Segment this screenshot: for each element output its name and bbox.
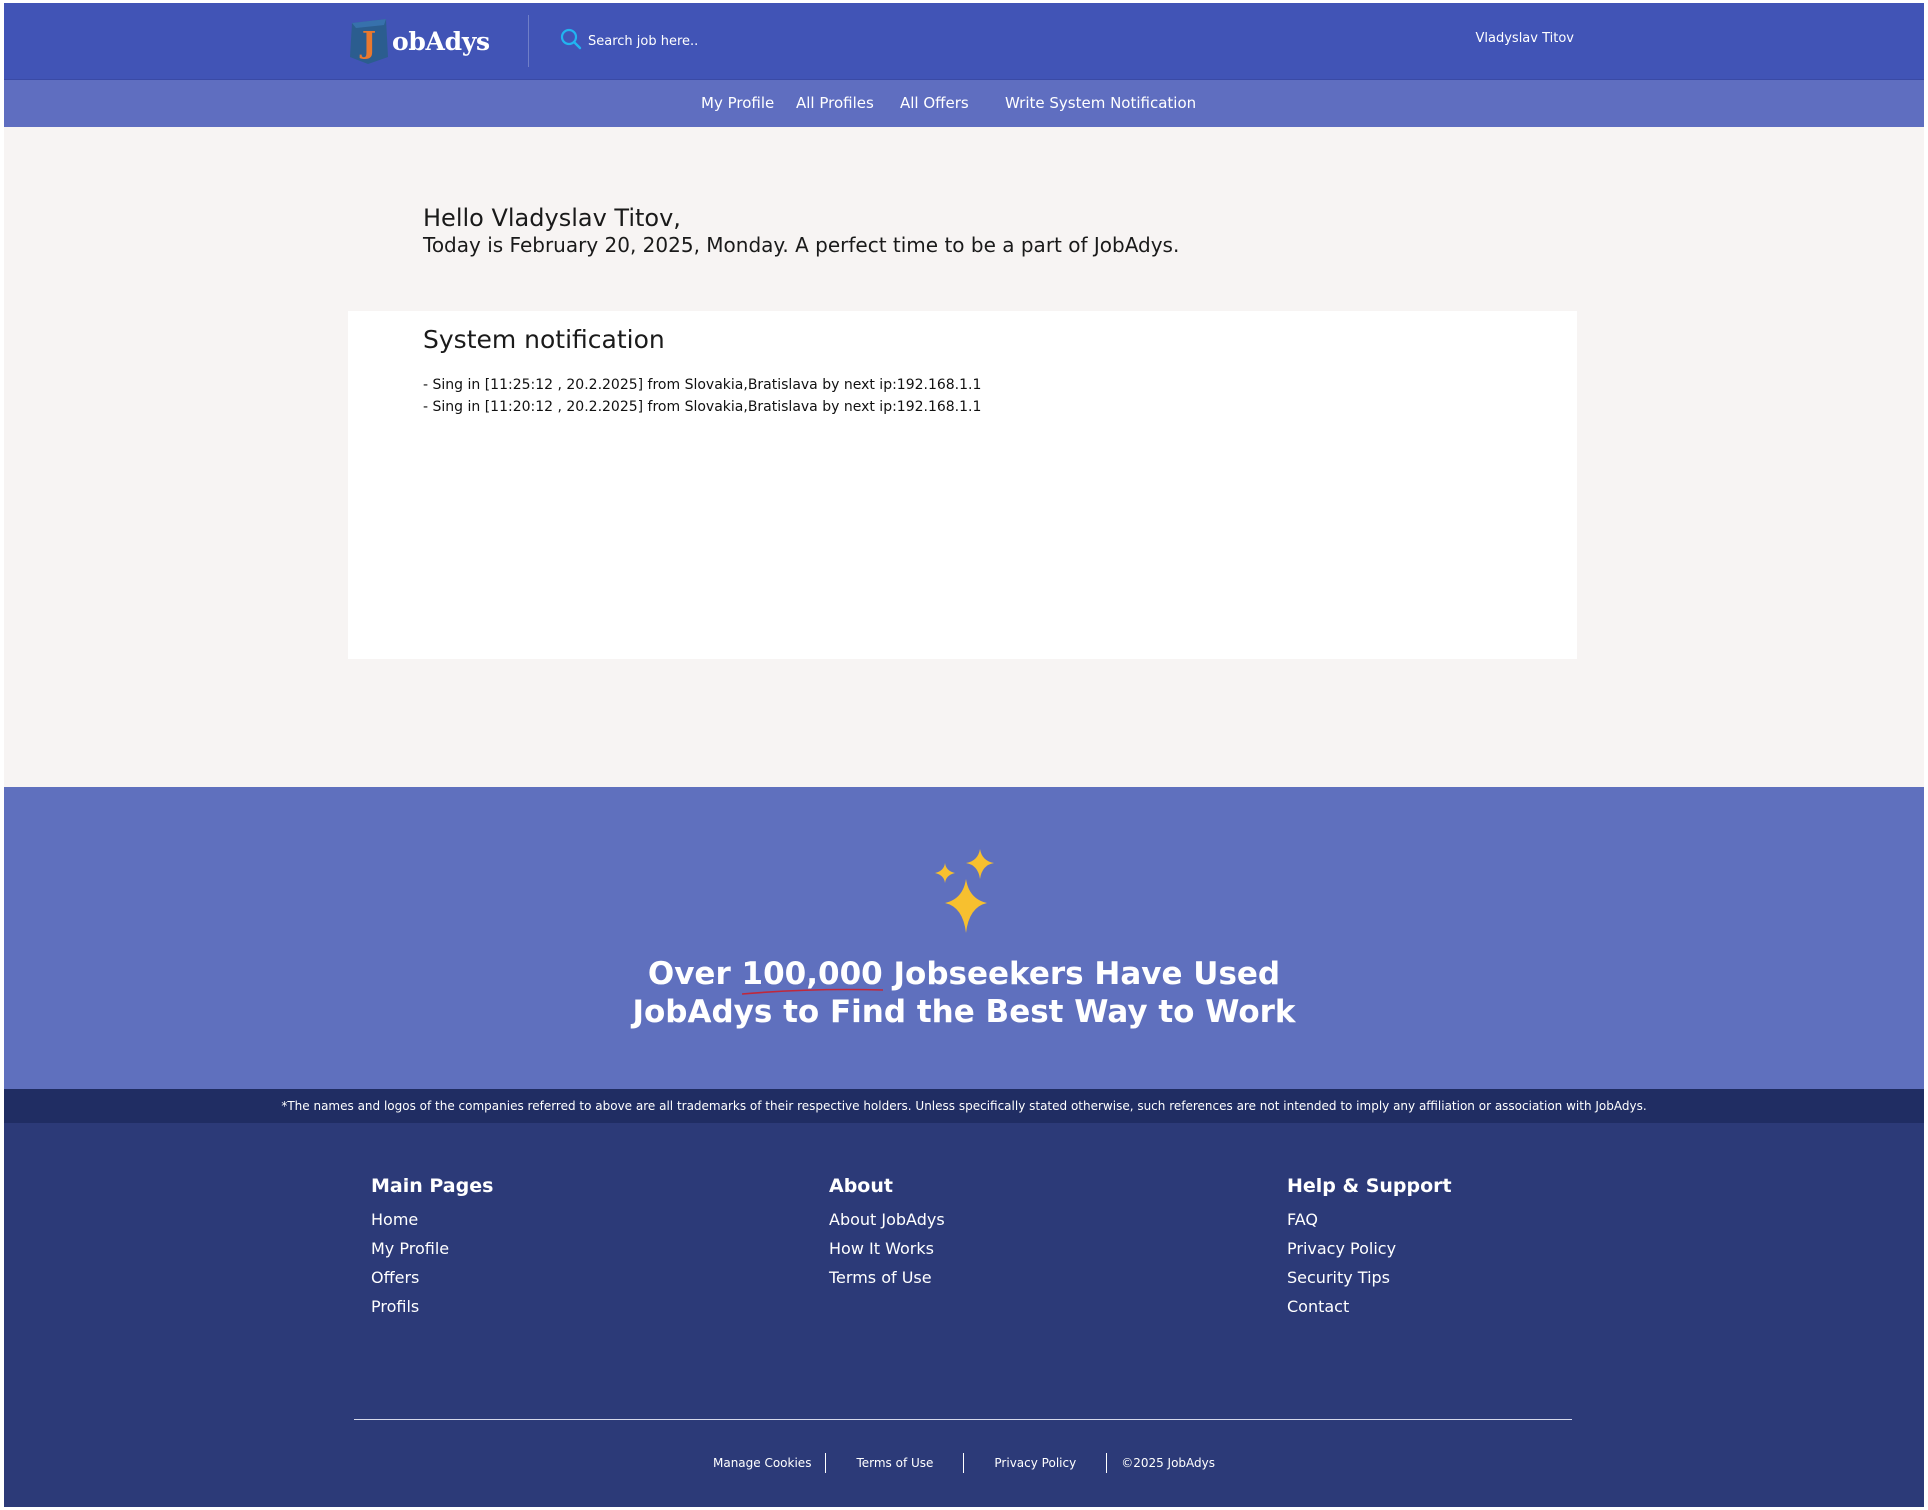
trademark-disclaimer: *The names and logos of the companies re… <box>4 1089 1924 1123</box>
footer-link-security-tips[interactable]: Security Tips <box>1287 1263 1452 1292</box>
notification-item: - Sing in [11:25:12 , 20.2.2025] from Sl… <box>423 377 982 393</box>
notification-panel: System notification - Sing in [11:25:12 … <box>348 311 1577 659</box>
promo-line1-pre: Over <box>647 956 742 992</box>
footer-link-privacy[interactable]: Privacy Policy <box>1287 1234 1452 1263</box>
promo-line2: JobAdys to Find the Best Way to Work <box>632 994 1296 1030</box>
footer-link-home[interactable]: Home <box>371 1205 493 1234</box>
footer-link-contact[interactable]: Contact <box>1287 1292 1452 1321</box>
logo-text: obAdys <box>392 26 490 56</box>
footer-col-about: About About JobAdys How It Works Terms o… <box>829 1175 945 1292</box>
page: J obAdys Search job here.. Vladyslav Tit… <box>4 3 1924 1507</box>
search-input[interactable]: Search job here.. <box>588 34 698 49</box>
footer-divider <box>354 1419 1572 1420</box>
footer-bottom-bar: Manage Cookies Terms of Use Privacy Poli… <box>4 1453 1924 1473</box>
footer-link-profils[interactable]: Profils <box>371 1292 493 1321</box>
notification-list: - Sing in [11:25:12 , 20.2.2025] from Sl… <box>423 374 981 418</box>
greeting-date: Today is February 20, 2025, Monday. A pe… <box>423 233 1180 257</box>
greeting-hello: Hello Vladyslav Titov, <box>423 204 681 232</box>
footer-col-title: Main Pages <box>371 1175 494 1197</box>
footer-link-how-it-works[interactable]: How It Works <box>829 1234 945 1263</box>
footer-link-terms[interactable]: Terms of Use <box>829 1263 945 1292</box>
footer-link-faq[interactable]: FAQ <box>1287 1205 1452 1234</box>
footer-link-offers[interactable]: Offers <box>371 1263 493 1292</box>
main-nav: My Profile All Profiles All Offers Write… <box>4 79 1924 127</box>
nav-write-system-notification[interactable]: Write System Notification <box>1005 94 1196 112</box>
nav-my-profile[interactable]: My Profile <box>701 94 774 112</box>
header-divider <box>528 15 529 67</box>
nav-all-profiles[interactable]: All Profiles <box>796 94 874 112</box>
promo-highlight-text: 100,000 <box>741 956 883 992</box>
notification-item: - Sing in [11:20:12 , 20.2.2025] from Sl… <box>423 399 982 415</box>
top-header: J obAdys Search job here.. Vladyslav Tit… <box>4 3 1924 79</box>
nav-all-offers[interactable]: All Offers <box>900 94 969 112</box>
promo-title: Over 100,000 Jobseekers Have Used JobAdy… <box>4 955 1924 1031</box>
terms-link[interactable]: Terms of Use <box>826 1456 963 1470</box>
notification-title: System notification <box>423 325 665 354</box>
search-icon[interactable] <box>560 28 582 54</box>
greeting: Hello Vladyslav Titov, Today is February… <box>423 204 1179 258</box>
search-box[interactable]: Search job here.. <box>560 27 698 55</box>
footer-col-main-pages: Main Pages Home My Profile Offers Profil… <box>371 1175 493 1321</box>
footer-link-about[interactable]: About JobAdys <box>829 1205 945 1234</box>
logo-letter: J <box>359 26 376 61</box>
logo[interactable]: J obAdys <box>348 16 490 66</box>
logo-badge-icon: J <box>348 17 390 65</box>
promo-highlight: 100,000 <box>741 955 883 995</box>
footer-col-title: Help & Support <box>1287 1175 1452 1197</box>
copyright: ©2025 JobAdys <box>1121 1456 1216 1470</box>
footer-col-help-support: Help & Support FAQ Privacy Policy Securi… <box>1287 1175 1452 1321</box>
underline-stroke <box>741 988 883 995</box>
promo-banner: Over 100,000 Jobseekers Have Used JobAdy… <box>4 787 1924 1089</box>
footer-link-my-profile[interactable]: My Profile <box>371 1234 493 1263</box>
promo-line1-post: Jobseekers Have Used <box>882 956 1281 992</box>
sparkles-icon <box>931 847 1001 939</box>
footer: Main Pages Home My Profile Offers Profil… <box>4 1123 1924 1507</box>
manage-cookies-link[interactable]: Manage Cookies <box>699 1456 825 1470</box>
user-menu[interactable]: Vladyslav Titov <box>1476 31 1575 46</box>
footer-col-title: About <box>829 1175 893 1197</box>
privacy-link[interactable]: Privacy Policy <box>964 1456 1106 1470</box>
